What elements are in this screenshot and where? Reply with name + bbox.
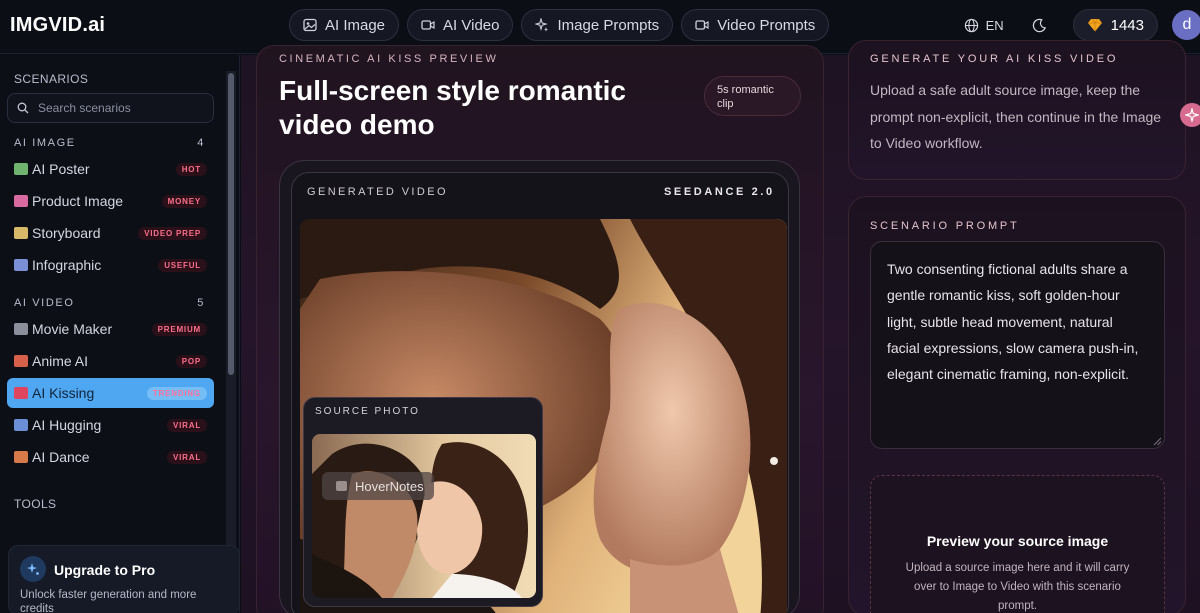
sidebar-item-label: Anime AI: [32, 353, 89, 369]
torii-icon: [14, 355, 28, 367]
status-badge: VIRAL: [167, 450, 207, 464]
theme-toggle[interactable]: [1030, 15, 1050, 35]
nav-video-prompts[interactable]: Video Prompts: [681, 9, 830, 41]
sparkles-icon: [20, 556, 46, 582]
scenario-prompt-textarea[interactable]: Two consenting fictional adults share a …: [870, 241, 1165, 449]
tools-heading: TOOLS: [14, 497, 57, 511]
top-nav: AI Image AI Video Image Prompts Video Pr…: [289, 9, 830, 41]
source-photo-card: SOURCE PHOTO: [303, 397, 543, 607]
scrollbar-thumb[interactable]: [228, 73, 234, 375]
status-badge: MONEY: [161, 194, 207, 208]
sidebar-item-ai-hugging[interactable]: AI Hugging VIRAL: [7, 410, 214, 440]
page-title: Full-screen style romantic video demo: [279, 75, 627, 140]
status-badge: PREMIUM: [151, 322, 207, 336]
group-title: AI IMAGE: [14, 137, 76, 149]
chart-icon: [14, 259, 28, 271]
video-icon: [421, 20, 435, 30]
sidebar-item-ai-poster[interactable]: AI Poster HOT: [7, 154, 214, 184]
nav-ai-video[interactable]: AI Video: [407, 9, 514, 41]
search-input[interactable]: [38, 101, 198, 115]
group-ai-video: AI VIDEO 5: [14, 297, 205, 309]
sidebar-item-label: AI Kissing: [32, 385, 95, 401]
globe-icon: [964, 18, 978, 32]
sidebar-item-label: AI Dance: [32, 449, 90, 465]
dropzone-title: Preview your source image: [926, 533, 1109, 549]
duration-pill: 5s romantic clip: [704, 76, 801, 116]
model-label: SEEDANCE 2.0: [664, 186, 775, 198]
source-photo-label: SOURCE PHOTO: [315, 406, 420, 417]
sidebar-item-product-image[interactable]: Product Image MONEY: [7, 186, 214, 216]
credits-count: 1443: [1110, 16, 1144, 34]
moon-icon: [1032, 18, 1047, 32]
nav-image-prompts[interactable]: Image Prompts: [521, 9, 674, 41]
video-icon: [695, 20, 709, 30]
sidebar: SCENARIOS AI IMAGE 4 AI Poster HOT Produ…: [0, 55, 240, 613]
status-badge: TRENDING: [146, 386, 207, 400]
nav-label: Image Prompts: [557, 16, 660, 34]
people-icon: [14, 419, 28, 431]
header-actions: EN 1443 d: [964, 9, 1200, 41]
upgrade-subtitle: Unlock faster generation and more credit…: [20, 589, 197, 613]
credits-badge[interactable]: 1443: [1072, 9, 1158, 41]
nav-label: AI Image: [325, 16, 386, 34]
lips-icon: [14, 387, 28, 399]
sidebar-item-label: Infographic: [32, 257, 102, 273]
avatar[interactable]: d: [1172, 10, 1200, 40]
upgrade-title: Upgrade to Pro: [54, 562, 156, 578]
nav-label: Video Prompts: [717, 16, 816, 34]
shopping-bag-icon: [14, 195, 28, 207]
dropzone-subtitle: Upload a source image here and it will c…: [905, 562, 1130, 612]
generate-description: Upload a safe adult source image, keep t…: [870, 82, 1162, 151]
storyboard-icon: [14, 227, 28, 239]
upgrade-card[interactable]: Upgrade to Pro Unlock faster generation …: [8, 545, 240, 613]
language-switcher[interactable]: EN: [964, 18, 1004, 33]
scenarios-heading: SCENARIOS: [14, 72, 89, 86]
status-badge: HOT: [175, 162, 207, 176]
nav-ai-image[interactable]: AI Image: [289, 9, 400, 41]
resize-handle-icon[interactable]: [1152, 436, 1162, 446]
sidebar-item-label: Storyboard: [32, 225, 101, 241]
source-photo[interactable]: [312, 434, 536, 598]
status-badge: VIDEO PREP: [138, 226, 207, 240]
sparkles-icon: [1185, 108, 1199, 122]
sidebar-item-infographic[interactable]: Infographic USEFUL: [7, 250, 214, 280]
hover-notes-overlay[interactable]: HoverNotes: [322, 472, 434, 500]
sparkles-icon: [535, 18, 549, 32]
search-icon: [17, 102, 29, 114]
nav-label: AI Video: [443, 16, 500, 34]
sidebar-item-ai-dance[interactable]: AI Dance VIRAL: [7, 442, 214, 472]
sidebar-item-storyboard[interactable]: Storyboard VIDEO PREP: [7, 218, 214, 248]
sidebar-scrollbar[interactable]: [226, 71, 236, 613]
group-count: 5: [197, 297, 205, 309]
status-badge: USEFUL: [158, 258, 207, 272]
group-count: 4: [197, 137, 205, 149]
status-badge: VIRAL: [167, 418, 207, 432]
diamond-icon: [1087, 18, 1102, 32]
sidebar-item-ai-kissing[interactable]: AI Kissing TRENDING: [7, 378, 214, 408]
preview-eyebrow: CINEMATIC AI KISS PREVIEW: [279, 53, 499, 65]
status-badge: POP: [175, 354, 207, 368]
generated-video-label: GENERATED VIDEO: [307, 186, 448, 198]
search-box[interactable]: [7, 93, 214, 123]
group-title: AI VIDEO: [14, 297, 75, 309]
sidebar-item-label: Product Image: [32, 193, 124, 209]
notes-icon: [336, 481, 347, 491]
generate-eyebrow: GENERATE YOUR AI KISS VIDEO: [870, 53, 1119, 65]
film-icon: [14, 323, 28, 335]
language-label: EN: [985, 17, 1004, 33]
dancer-icon: [14, 451, 28, 463]
floating-action-button[interactable]: [1180, 103, 1200, 127]
sidebar-item-label: Movie Maker: [32, 321, 113, 337]
poster-icon: [14, 163, 28, 175]
group-ai-image: AI IMAGE 4: [14, 137, 205, 149]
sidebar-item-movie-maker[interactable]: Movie Maker PREMIUM: [7, 314, 214, 344]
brand-logo[interactable]: IMGVID.ai: [10, 14, 105, 37]
image-icon: [303, 18, 317, 32]
sidebar-item-anime-ai[interactable]: Anime AI POP: [7, 346, 214, 376]
hover-notes-label: HoverNotes: [355, 478, 424, 494]
sidebar-item-label: AI Hugging: [32, 417, 102, 433]
sidebar-item-label: AI Poster: [32, 161, 90, 177]
scenario-prompt-eyebrow: SCENARIO PROMPT: [870, 220, 1020, 232]
